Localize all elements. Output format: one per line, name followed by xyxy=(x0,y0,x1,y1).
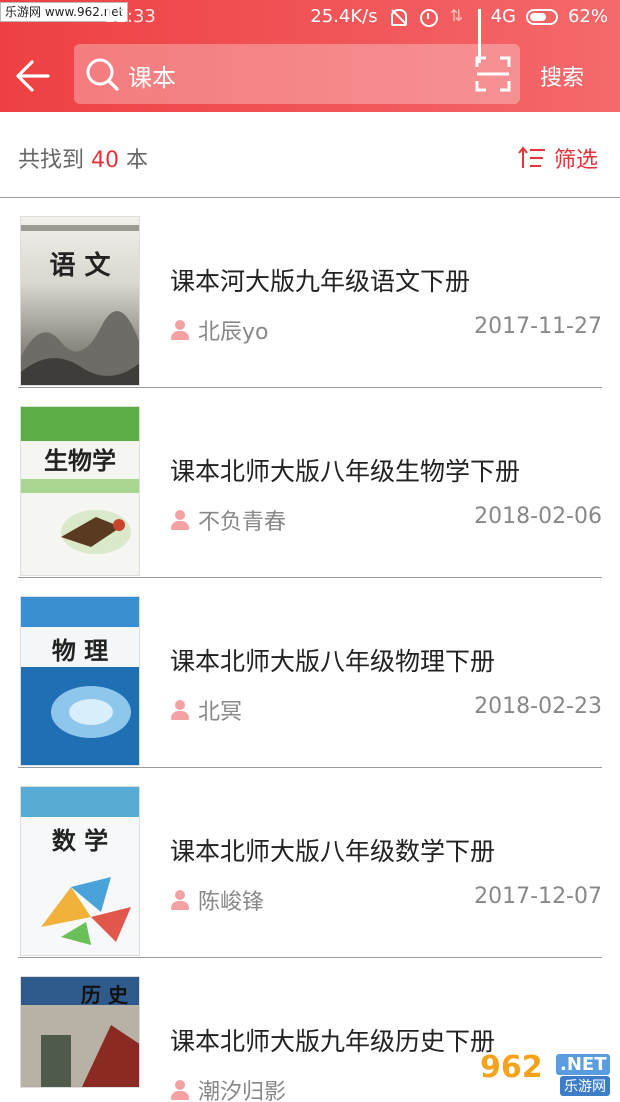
publish-date: 2017-12-07 xyxy=(474,884,602,909)
book-author: 陈峻锋 xyxy=(170,884,264,916)
physics-illustration xyxy=(21,667,139,765)
math-illustration xyxy=(41,877,131,945)
publish-date: 2017-11-27 xyxy=(474,314,602,339)
book-title[interactable]: 课本河大版九年级语文下册 xyxy=(170,262,470,298)
cover-title: 语 文 xyxy=(49,251,111,281)
landscape-painting xyxy=(21,311,139,385)
author-name: 北辰yo xyxy=(198,320,269,345)
book-list: 语 文 课本河大版九年级语文下册 北辰yo 2017-11-27 生物学 课本北… xyxy=(0,198,620,1102)
result-suffix: 本 xyxy=(126,148,149,173)
filter-label: 筛选 xyxy=(554,148,599,173)
data-transfer-icon xyxy=(448,6,468,26)
cover-title: 生物学 xyxy=(44,446,116,475)
result-prefix: 共找到 xyxy=(18,148,85,173)
book-cover: 语 文 xyxy=(20,216,140,386)
search-input[interactable]: 课本 xyxy=(128,58,176,93)
cover-decoration xyxy=(21,787,139,817)
battery-level: 62% xyxy=(567,6,608,27)
book-author: 北冥 xyxy=(170,694,242,726)
app-header: 乐游网 www.962.net 12:33 25.4K/s 4G 62% 课本 … xyxy=(0,0,620,112)
scan-icon[interactable] xyxy=(474,55,512,93)
book-author: 北辰yo xyxy=(170,314,268,346)
author-name: 陈峻锋 xyxy=(198,890,265,915)
search-box[interactable]: 课本 xyxy=(74,44,520,104)
user-icon xyxy=(170,320,190,340)
book-cover: 生物学 xyxy=(20,406,140,576)
author-name: 北冥 xyxy=(198,700,243,725)
result-bar: 共找到 40 本 筛选 xyxy=(0,112,620,198)
status-time: 12:33 xyxy=(104,6,156,27)
alarm-icon xyxy=(418,8,438,27)
back-button[interactable] xyxy=(12,56,52,96)
list-item[interactable]: 语 文 课本河大版九年级语文下册 北辰yo 2017-11-27 xyxy=(18,198,602,388)
arrow-left-icon xyxy=(16,60,50,92)
book-cover: 历 史 xyxy=(20,976,140,1088)
status-icons: 25.4K/s 4G 62% xyxy=(310,6,608,63)
user-icon xyxy=(170,1080,190,1100)
author-name: 不负青春 xyxy=(198,510,287,535)
cover-title: 数 学 xyxy=(51,826,109,855)
search-button[interactable]: 搜索 xyxy=(540,60,584,92)
signal-icon xyxy=(477,8,481,63)
status-bar: 乐游网 www.962.net 12:33 25.4K/s 4G 62% xyxy=(0,0,620,63)
bird-illustration xyxy=(61,510,131,554)
book-title[interactable]: 课本北师大版九年级历史下册 xyxy=(170,1022,495,1058)
book-author: 潮汐归影 xyxy=(170,1074,286,1102)
history-illustration xyxy=(21,1005,139,1087)
book-author: 不负青春 xyxy=(170,504,286,536)
author-name: 潮汐归影 xyxy=(198,1080,287,1102)
logo-domain: .NET xyxy=(556,1054,611,1075)
cover-decoration xyxy=(21,225,139,231)
user-icon xyxy=(170,700,190,720)
result-count: 40 xyxy=(91,148,120,173)
list-item[interactable]: 数 学 课本北师大版八年级数学下册 陈峻锋 2017-12-07 xyxy=(18,768,602,958)
user-icon xyxy=(170,510,190,530)
book-title[interactable]: 课本北师大版八年级生物学下册 xyxy=(170,452,520,488)
cover-decoration xyxy=(21,407,139,441)
book-title[interactable]: 课本北师大版八年级数学下册 xyxy=(170,832,495,868)
list-item[interactable]: 生物学 课本北师大版八年级生物学下册 不负青春 2018-02-06 xyxy=(18,388,602,578)
filter-icon xyxy=(518,146,545,168)
site-logo: 962 .NET 乐游网 xyxy=(480,1050,616,1098)
publish-date: 2018-02-23 xyxy=(474,694,602,719)
book-cover: 数 学 xyxy=(20,786,140,956)
list-item[interactable]: 物 理 课本北师大版八年级物理下册 北冥 2018-02-23 xyxy=(18,578,602,768)
filter-button[interactable]: 筛选 xyxy=(518,142,598,174)
cover-decoration xyxy=(21,479,139,493)
net-speed: 25.4K/s xyxy=(310,6,378,27)
cover-decoration xyxy=(21,597,139,627)
book-title[interactable]: 课本北师大版八年级物理下册 xyxy=(170,642,495,678)
mute-icon xyxy=(388,8,408,26)
logo-number: 962 xyxy=(480,1050,543,1085)
user-icon xyxy=(170,890,190,910)
publish-date: 2018-02-06 xyxy=(474,504,602,529)
battery-icon xyxy=(525,8,558,25)
book-cover: 物 理 xyxy=(20,596,140,766)
cover-title: 物 理 xyxy=(51,636,109,665)
search-icon xyxy=(86,58,119,91)
network-type: 4G xyxy=(490,6,516,27)
result-summary: 共找到 40 本 xyxy=(18,142,148,174)
cover-title: 历 史 xyxy=(81,983,128,1007)
logo-name: 乐游网 xyxy=(560,1076,610,1096)
